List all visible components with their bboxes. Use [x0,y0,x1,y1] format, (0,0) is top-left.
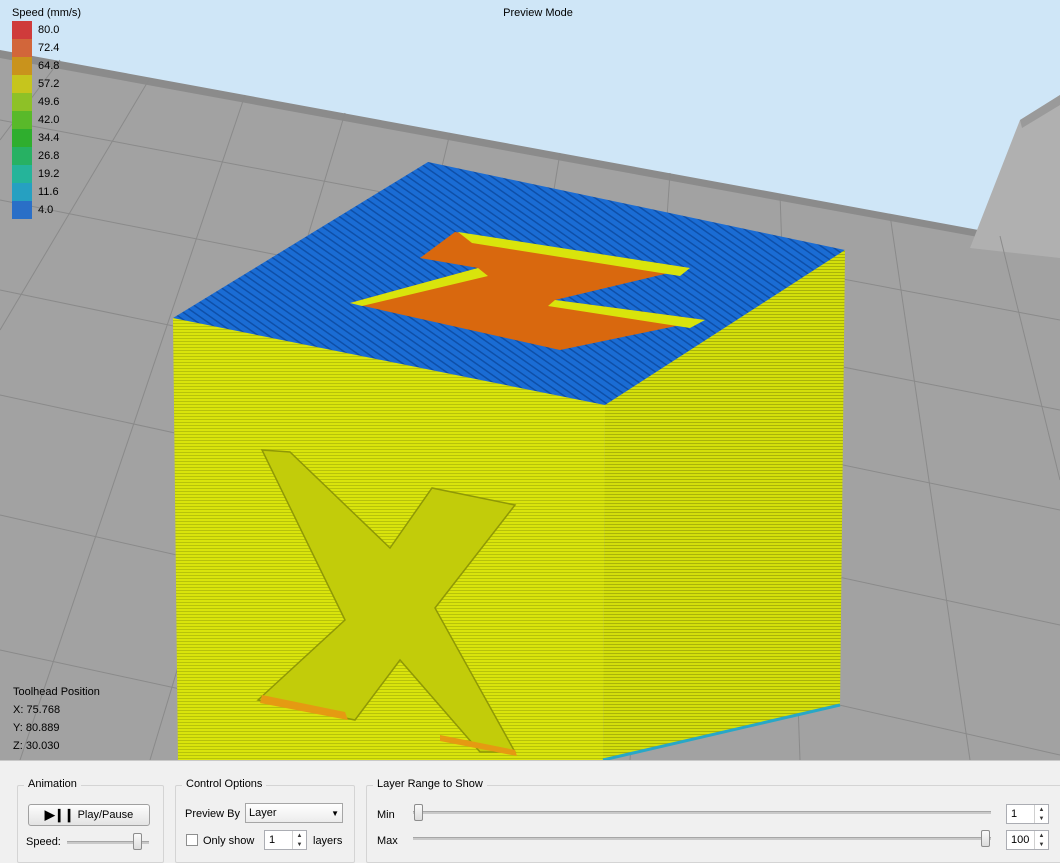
preview-by-label: Preview By [185,808,241,820]
legend-value: 49.6 [38,96,60,108]
legend-swatch [12,75,32,93]
legend-value: 19.2 [38,168,60,180]
spin-up-icon[interactable]: ▲ [1034,805,1048,814]
legend-rows: 80.0 72.4 64.8 57.2 49.6 42.0 34.4 26.8 19.2 11.6… [12,21,81,219]
max-layer-spinbox[interactable]: 100 ▲ ▼ [1006,830,1049,850]
legend-entry: 11.6 [12,183,81,201]
play-pause-button[interactable]: ▶❙❙ Play/Pause [28,804,150,826]
legend-entry: 19.2 [12,165,81,183]
legend-value: 72.4 [38,42,60,54]
only-show-layers-spinbox[interactable]: 1 ▲ ▼ [264,830,307,850]
legend-value: 42.0 [38,114,60,126]
min-label: Min [377,809,395,821]
only-show-checkbox[interactable] [186,834,198,846]
legend-entry: 49.6 [12,93,81,111]
only-show-label: Only show [203,835,255,847]
max-label: Max [377,835,398,847]
preview-by-value: Layer [249,807,277,819]
legend-swatch [12,57,32,75]
legend-entry: 4.0 [12,201,81,219]
min-layer-slider-handle[interactable] [414,804,423,821]
max-layer-slider-track[interactable] [413,837,991,840]
only-show-layers-value: 1 [269,834,276,846]
legend-swatch [12,165,32,183]
spin-up-icon[interactable]: ▲ [292,831,306,840]
legend-swatch [12,147,32,165]
legend-entry: 34.4 [12,129,81,147]
legend-entry: 42.0 [12,111,81,129]
speed-slider-handle[interactable] [132,833,142,850]
legend-swatch [12,39,32,57]
min-layer-slider-track[interactable] [413,811,991,814]
min-layer-value: 1 [1011,808,1018,820]
control-options-title: Control Options [182,778,267,790]
legend-swatch [12,93,32,111]
legend-value: 34.4 [38,132,60,144]
max-layer-value: 100 [1011,834,1030,846]
legend-entry: 26.8 [12,147,81,165]
play-pause-label: Play/Pause [77,809,134,821]
legend-title: Speed (mm/s) [12,7,82,19]
legend-swatch [12,201,32,219]
print-preview-scene [0,0,1060,760]
min-layer-spinbox[interactable]: 1 ▲ ▼ [1006,804,1049,824]
legend-swatch [12,183,32,201]
toolhead-position: Toolhead Position X: 75.768 Y: 80.889 Z:… [13,683,100,755]
toolhead-x: X: 75.768 [13,704,61,716]
legend-entry: 64.8 [12,57,81,75]
toolhead-y: Y: 80.889 [13,722,60,734]
chevron-down-icon: ▼ [331,809,339,818]
layer-range-group: Layer Range to Show [366,778,1060,863]
legend-entry: 72.4 [12,39,81,57]
layers-label: layers [313,835,343,847]
preview-controls-panel: Animation ▶❙❙ Play/Pause Speed: Control … [0,760,1060,863]
play-pause-icon: ▶❙❙ [44,807,75,822]
legend-value: 4.0 [38,204,54,216]
legend-entry: 80.0 [12,21,81,39]
legend-value: 64.8 [38,60,60,72]
legend-value: 80.0 [38,24,60,36]
preview-mode-title: Preview Mode [503,7,573,19]
spin-down-icon[interactable]: ▼ [1034,840,1048,849]
legend-swatch [12,21,32,39]
preview-by-select[interactable]: Layer ▼ [245,803,343,823]
legend-entry: 57.2 [12,75,81,93]
spin-up-icon[interactable]: ▲ [1034,831,1048,840]
control-options-group: Control Options [175,778,355,863]
toolhead-title: Toolhead Position [13,686,100,698]
animation-group-title: Animation [24,778,81,790]
preview-viewport[interactable]: Preview Mode Speed (mm/s) 80.0 72.4 64.8 57… [0,0,1060,760]
legend-swatch [12,111,32,129]
max-layer-slider-handle[interactable] [981,830,990,847]
toolhead-z: Z: 30.030 [13,740,60,752]
spin-down-icon[interactable]: ▼ [1034,814,1048,823]
legend-value: 11.6 [38,186,59,198]
speed-legend: Speed (mm/s) 80.0 72.4 64.8 57.2 49.6 42.0 34.… [12,7,81,219]
layer-range-title: Layer Range to Show [373,778,487,790]
legend-value: 57.2 [38,78,60,90]
legend-value: 26.8 [38,150,60,162]
speed-label: Speed: [26,836,61,848]
spin-down-icon[interactable]: ▼ [292,840,306,849]
legend-swatch [12,129,32,147]
